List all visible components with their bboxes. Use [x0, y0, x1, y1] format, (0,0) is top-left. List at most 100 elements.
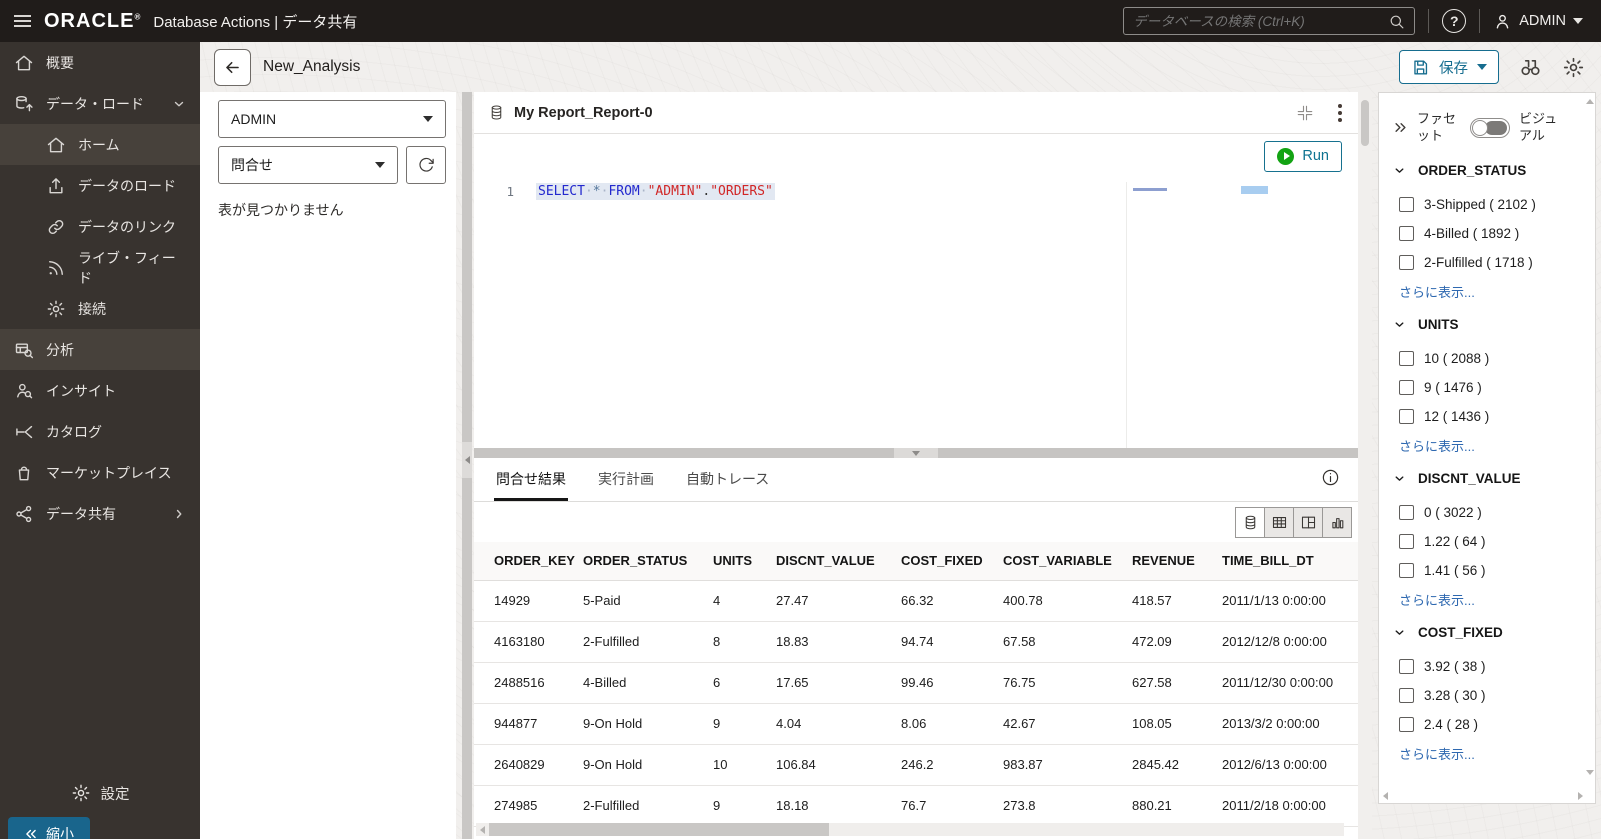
help-icon[interactable]: ?	[1442, 9, 1466, 33]
column-header[interactable]: ORDER_KEY	[474, 542, 577, 580]
column-header[interactable]: TIME_BILL_DT	[1216, 542, 1358, 580]
facet-option[interactable]: 3.28 ( 30 )	[1399, 688, 1581, 703]
facet-option[interactable]: 1.41 ( 56 )	[1399, 563, 1581, 578]
facet-option[interactable]: 4-Billed ( 1892 )	[1399, 226, 1581, 241]
sql-statement[interactable]: SELECT·*·FROM·"ADMIN"."ORDERS"	[536, 183, 775, 200]
facet-option[interactable]: 0 ( 3022 )	[1399, 505, 1581, 520]
column-header[interactable]: COST_VARIABLE	[997, 542, 1126, 580]
vertical-scrollbar[interactable]	[1358, 92, 1372, 839]
checkbox[interactable]	[1399, 197, 1414, 212]
splitter-handle[interactable]	[894, 448, 938, 458]
checkbox[interactable]	[1399, 659, 1414, 674]
column-header[interactable]: UNITS	[707, 542, 770, 580]
facet-option[interactable]: 3-Shipped ( 2102 )	[1399, 197, 1581, 212]
view-grid-button[interactable]	[1264, 507, 1294, 538]
show-more-link[interactable]: さらに表示...	[1399, 436, 1581, 455]
facet-visual-toggle[interactable]	[1470, 118, 1510, 138]
table-row[interactable]: 149295-Paid427.4766.32400.78418.572011/1…	[474, 580, 1358, 621]
table-row[interactable]: 9448779-On Hold94.048.0642.67108.052013/…	[474, 703, 1358, 744]
kebab-menu-icon[interactable]	[1336, 102, 1344, 124]
sidebar-item-connections[interactable]: 接続	[0, 288, 200, 329]
refresh-button[interactable]	[406, 146, 446, 184]
checkbox[interactable]	[1399, 255, 1414, 270]
facet-option[interactable]: 9 ( 1476 )	[1399, 380, 1581, 395]
checkbox[interactable]	[1399, 409, 1414, 424]
sidebar-item-marketplace[interactable]: マーケットプレイス	[0, 452, 200, 493]
facet-option[interactable]: 1.22 ( 64 )	[1399, 534, 1581, 549]
facet-option[interactable]: 2-Fulfilled ( 1718 )	[1399, 255, 1581, 270]
checkbox[interactable]	[1399, 688, 1414, 703]
object-type-select[interactable]: 問合せ	[218, 146, 398, 184]
checkbox[interactable]	[1399, 505, 1414, 520]
checkbox[interactable]	[1399, 717, 1414, 732]
facet-option[interactable]: 10 ( 2088 )	[1399, 351, 1581, 366]
column-header[interactable]: ORDER_STATUS	[577, 542, 707, 580]
search-input[interactable]	[1133, 14, 1388, 29]
database-search[interactable]	[1123, 7, 1415, 35]
scrollbar-thumb[interactable]	[489, 823, 829, 836]
user-menu[interactable]: ADMIN	[1493, 12, 1583, 31]
minimap-slider[interactable]	[1241, 186, 1268, 194]
sidebar-item-data-share[interactable]: データ共有	[0, 493, 200, 534]
facet-option[interactable]: 2.4 ( 28 )	[1399, 717, 1581, 732]
sidebar-item-insights[interactable]: インサイト	[0, 370, 200, 411]
table-row[interactable]: 41631802-Fulfilled818.8394.7467.58472.09…	[474, 621, 1358, 662]
view-split-button[interactable]	[1293, 507, 1323, 538]
schema-select[interactable]: ADMIN	[218, 100, 446, 138]
column-header[interactable]: COST_FIXED	[895, 542, 997, 580]
scrollbar-thumb[interactable]	[1361, 100, 1369, 146]
results-horizontal-scrollbar[interactable]	[476, 823, 1344, 836]
sidebar-item-home[interactable]: ホーム	[0, 124, 200, 165]
sidebar-item-overview[interactable]: 概要	[0, 42, 200, 83]
collapse-sidebar-button[interactable]: 縮小	[8, 817, 90, 839]
save-button[interactable]: 保存	[1399, 50, 1499, 84]
sidebar-item-load-data[interactable]: データのロード	[0, 165, 200, 206]
tab-query-result[interactable]: 問合せ結果	[494, 469, 568, 501]
facet-section-header[interactable]: DISCNT_VALUE	[1393, 471, 1581, 486]
facet-section-header[interactable]: UNITS	[1393, 317, 1581, 332]
facet-option[interactable]: 12 ( 1436 )	[1399, 409, 1581, 424]
column-header[interactable]: DISCNT_VALUE	[770, 542, 895, 580]
sidebar-item-link-data[interactable]: データのリンク	[0, 206, 200, 247]
sidebar-item-analysis[interactable]: 分析	[0, 329, 200, 370]
view-chart-button[interactable]	[1322, 507, 1352, 538]
editor-minimap[interactable]	[1126, 182, 1358, 452]
checkbox[interactable]	[1399, 226, 1414, 241]
run-button[interactable]: Run	[1264, 141, 1342, 172]
sidebar-item-live-feed[interactable]: ライブ・フィード	[0, 247, 200, 288]
hamburger-menu-icon[interactable]	[0, 0, 44, 42]
checkbox[interactable]	[1399, 563, 1414, 578]
table-row[interactable]: 2749852-Fulfilled918.1876.7273.8880.2120…	[474, 785, 1358, 826]
facet-section-header[interactable]: ORDER_STATUS	[1393, 163, 1581, 178]
double-chevron-right-icon[interactable]	[1393, 120, 1408, 135]
facet-horizontal-scrollbar[interactable]	[1383, 792, 1583, 801]
sidebar-item-data-load[interactable]: データ・ロード	[0, 83, 200, 124]
scroll-left-arrow[interactable]	[480, 826, 485, 834]
tab-execution-plan[interactable]: 実行計画	[596, 469, 656, 501]
splitter-handle[interactable]	[462, 442, 472, 478]
show-more-link[interactable]: さらに表示...	[1399, 744, 1581, 763]
sidebar-item-settings[interactable]: 設定	[0, 775, 200, 811]
binoculars-icon[interactable]	[1519, 56, 1542, 79]
table-row[interactable]: 26408299-On Hold10106.84246.2983.872845.…	[474, 744, 1358, 785]
tab-autotrace[interactable]: 自動トレース	[684, 469, 771, 501]
show-more-link[interactable]: さらに表示...	[1399, 590, 1581, 609]
checkbox[interactable]	[1399, 351, 1414, 366]
checkbox[interactable]	[1399, 534, 1414, 549]
column-header[interactable]: REVENUE	[1126, 542, 1216, 580]
show-more-link[interactable]: さらに表示...	[1399, 282, 1581, 301]
collapse-panel-icon[interactable]	[1296, 104, 1314, 122]
facet-vertical-scrollbar[interactable]	[1585, 99, 1594, 789]
checkbox[interactable]	[1399, 380, 1414, 395]
sql-editor[interactable]: 1 SELECT·*·FROM·"ADMIN"."ORDERS"	[474, 182, 1358, 452]
search-icon[interactable]	[1388, 13, 1405, 30]
facet-option[interactable]: 3.92 ( 38 )	[1399, 659, 1581, 674]
horizontal-splitter[interactable]	[474, 448, 1358, 458]
table-row[interactable]: 24885164-Billed617.6599.4676.75627.58201…	[474, 662, 1358, 703]
gear-icon[interactable]	[1562, 56, 1585, 79]
facet-section-header[interactable]: COST_FIXED	[1393, 625, 1581, 640]
back-button[interactable]	[214, 49, 251, 86]
sidebar-item-catalog[interactable]: カタログ	[0, 411, 200, 452]
info-icon[interactable]	[1321, 468, 1340, 487]
view-data-button[interactable]	[1235, 507, 1265, 538]
